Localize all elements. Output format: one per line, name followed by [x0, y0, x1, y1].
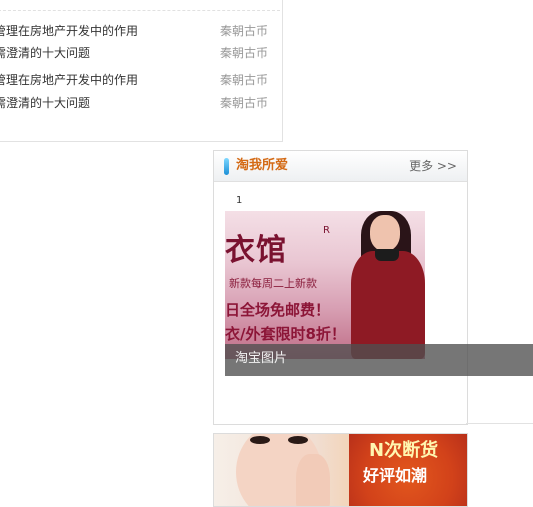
article-title-link[interactable]: 需澄清的十大问题	[0, 94, 90, 112]
favorites-box: 淘我所爱 更多 >> 1 衣馆 R 新款每周二上新款 日全场免邮费！ 衣/外套限…	[213, 150, 533, 425]
ad-line-1: N次断货	[369, 440, 439, 461]
model-face-shape	[370, 215, 400, 251]
ad-eye-right	[288, 436, 308, 444]
list-item[interactable]: 需澄清的十大问题 秦朝古币	[0, 94, 280, 112]
ad-banner[interactable]: N次断货 好评如潮	[213, 433, 468, 507]
article-source: 秦朝古币	[219, 96, 268, 110]
article-title-link[interactable]: 管理在房地产开发中的作用	[0, 71, 138, 89]
model-dress-shape	[351, 251, 425, 359]
list-item[interactable]: 需澄清的十大问题 秦朝古币	[0, 44, 280, 62]
promo-line-2: 衣/外套限时8折！	[225, 325, 346, 343]
article-source: 秦朝古币	[219, 73, 268, 87]
panel-dashed-divider	[0, 10, 280, 11]
item-index: 1	[236, 195, 243, 206]
model-collar-shape	[375, 249, 399, 261]
divider-line	[466, 423, 533, 424]
registered-mark: R	[323, 225, 330, 236]
promo-line-1: 日全场免邮费！	[225, 301, 331, 319]
header-accent-bar	[224, 158, 229, 175]
article-title-link[interactable]: 管理在房地产开发中的作用	[0, 22, 138, 40]
image-caption[interactable]: 淘宝图片	[225, 344, 533, 376]
promo-image[interactable]: 衣馆 R 新款每周二上新款 日全场免邮费！ 衣/外套限时8折！	[225, 211, 425, 359]
ad-hand-shape	[296, 454, 330, 506]
list-item[interactable]: 管理在房地产开发中的作用 秦朝古币	[0, 22, 280, 40]
promo-subtitle: 新款每周二上新款	[229, 277, 317, 290]
favorites-title: 淘我所爱	[236, 158, 289, 173]
ad-line-2: 好评如潮	[363, 466, 428, 485]
ad-badge: N次断货 好评如潮	[349, 434, 467, 506]
article-source: 秦朝古币	[219, 24, 268, 38]
more-link[interactable]: 更多 >>	[409, 158, 457, 175]
favorites-header: 淘我所爱 更多 >>	[214, 151, 467, 182]
promo-logo: 衣馆	[225, 233, 287, 268]
article-title-link[interactable]: 需澄清的十大问题	[0, 44, 90, 62]
article-source: 秦朝古币	[219, 46, 268, 60]
favorite-item[interactable]: 衣馆 R 新款每周二上新款 日全场免邮费！ 衣/外套限时8折！ 淘宝图片	[225, 211, 533, 376]
list-item[interactable]: 管理在房地产开发中的作用 秦朝古币	[0, 71, 280, 89]
article-list-panel: 管理在房地产开发中的作用 秦朝古币 需澄清的十大问题 秦朝古币 管理在房地产开发…	[0, 0, 283, 142]
ad-eye-left	[250, 436, 270, 444]
